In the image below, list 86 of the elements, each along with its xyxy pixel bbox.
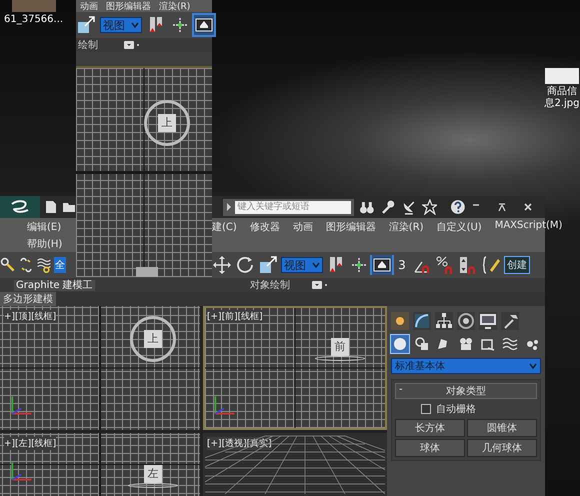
pivot-icon[interactable]: [194, 15, 214, 35]
image-thumbnail[interactable]: [545, 68, 579, 84]
viewport-label[interactable]: [+][前][线框]: [207, 310, 263, 323]
viewport[interactable]: +][左][线框] 左: [0, 433, 200, 496]
view-cube[interactable]: 左: [144, 465, 162, 483]
object-type-button[interactable]: 球体: [395, 439, 465, 457]
menu-item[interactable]: 帮助(H): [27, 237, 62, 251]
wrench-icon[interactable]: [380, 199, 396, 215]
desktop-icon-label[interactable]: 商品信息2.jpg: [544, 86, 580, 110]
checkbox-label: 自动栅格: [436, 402, 476, 416]
menu-item[interactable]: MAXScript(M): [494, 220, 562, 231]
rollout-header[interactable]: - 对象类型: [395, 383, 537, 399]
display-tab-icon[interactable]: [479, 312, 497, 330]
snap-toggle[interactable]: 3: [395, 258, 409, 272]
view-cube[interactable]: 上: [158, 114, 176, 132]
view-cube-base-ring[interactable]: [315, 356, 365, 361]
object-type-button[interactable]: 圆锥体: [467, 419, 537, 437]
cameras-category-icon[interactable]: [457, 335, 475, 353]
menu-item[interactable]: 渲染(R): [388, 220, 424, 234]
view-cube[interactable]: 前: [331, 338, 349, 356]
viewport[interactable]: [+][透视][真实]: [203, 433, 387, 496]
hierarchy-tab-icon[interactable]: [435, 312, 453, 330]
viewport-label[interactable]: +][顶][线框]: [4, 310, 56, 323]
shapes-category-icon[interactable]: [413, 335, 431, 353]
named-selection-field[interactable]: 创建: [504, 256, 530, 274]
wave-icon[interactable]: [36, 257, 52, 273]
star-icon[interactable]: [422, 199, 438, 215]
menu-item[interactable]: 编辑(E): [27, 220, 62, 234]
axis-icon[interactable]: [170, 15, 190, 35]
new-file-icon[interactable]: [44, 200, 58, 214]
menu-item[interactable]: 自定义(U): [436, 220, 482, 234]
create-tab-icon[interactable]: [391, 312, 409, 330]
viewport[interactable]: [+][前][线框] 前: [203, 306, 387, 430]
spinner-snap-icon[interactable]: [458, 255, 478, 275]
menu-item[interactable]: 图形编辑器: [326, 220, 376, 234]
percent-snap-icon[interactable]: [435, 255, 455, 275]
view-cube-ring[interactable]: 上: [130, 316, 176, 362]
viewport-label[interactable]: [+][透视][真实]: [207, 437, 272, 450]
menu-item[interactable]: 修改器: [250, 220, 280, 234]
spacewarps-category-icon[interactable]: [501, 335, 519, 353]
ribbon-tab[interactable]: 绘制: [76, 38, 100, 52]
menu-item[interactable]: 图形编辑器: [106, 0, 151, 12]
close-icon[interactable]: [523, 202, 533, 212]
move-icon[interactable]: [212, 255, 232, 275]
ribbon-tab[interactable]: 对象绘制: [248, 278, 292, 292]
menu-item[interactable]: 建(C): [212, 220, 237, 234]
chevron-down-icon[interactable]: [529, 362, 537, 370]
object-type-button[interactable]: 几何球体: [467, 439, 537, 457]
scale-icon[interactable]: [76, 15, 96, 35]
menu-item[interactable]: 动画: [80, 0, 98, 12]
menu-item[interactable]: 渲染(R): [159, 0, 190, 12]
object-type-button[interactable]: 长方体: [395, 419, 465, 437]
ribbon-options-icon[interactable]: [124, 41, 140, 49]
expand-arrow-icon[interactable]: [226, 203, 232, 211]
unlink-icon[interactable]: [18, 257, 34, 273]
view-cube-base-ring[interactable]: [128, 483, 178, 488]
chevron-down-icon[interactable]: [312, 261, 320, 269]
view-cube[interactable]: 上: [144, 330, 162, 348]
search-field[interactable]: 键入关键字或短语: [223, 198, 354, 216]
chevron-down-icon[interactable]: [131, 21, 139, 29]
help-icon[interactable]: [450, 199, 466, 215]
edit-set-icon[interactable]: [481, 255, 501, 275]
utilities-tab-icon[interactable]: [501, 312, 519, 330]
selection-filter-dropdown[interactable]: 全: [54, 257, 66, 273]
modify-tab-icon[interactable]: [413, 312, 431, 330]
ribbon-options-icon[interactable]: [312, 281, 328, 289]
motion-tab-icon[interactable]: [457, 312, 475, 330]
rotate-icon[interactable]: [235, 255, 255, 275]
ribbon-panel-tab[interactable]: 多边形建模: [0, 292, 56, 306]
folder-icon[interactable]: [62, 200, 76, 214]
view-cube-ring[interactable]: 上: [144, 100, 190, 146]
geometry-category-icon[interactable]: [391, 335, 409, 353]
restore-icon[interactable]: [497, 202, 507, 212]
viewport[interactable]: +][顶][线框] 上: [0, 306, 200, 430]
scale-icon[interactable]: [258, 255, 278, 275]
axis-icon[interactable]: [349, 255, 369, 275]
viewport[interactable]: 上: [76, 66, 212, 277]
menu-item[interactable]: 动画: [292, 220, 313, 234]
viewport-label[interactable]: +][左][线框]: [4, 437, 56, 450]
ribbon-tab[interactable]: Graphite 建模工: [14, 280, 95, 291]
app-logo-button[interactable]: [0, 196, 40, 218]
pivot-icon[interactable]: [372, 255, 392, 275]
desktop-icon-label[interactable]: 61_37566...: [4, 14, 64, 26]
binoculars-icon[interactable]: [359, 199, 376, 215]
link-icon[interactable]: [0, 257, 16, 273]
checkbox[interactable]: [421, 404, 431, 414]
